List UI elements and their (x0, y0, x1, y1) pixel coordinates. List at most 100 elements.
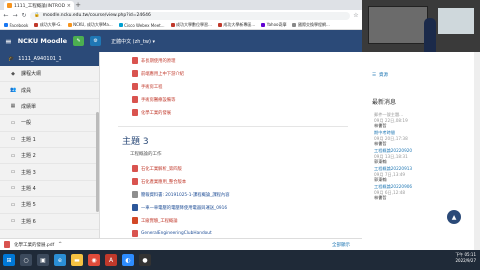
edit-mode-button[interactable]: ✎ (73, 36, 85, 46)
obs-icon[interactable]: ● (139, 254, 151, 266)
bookmark-item[interactable]: Facebook (4, 23, 28, 28)
word-file-icon (132, 204, 138, 211)
download-bar: 化學工業的發展.pdf ^ 全部顯示 (0, 238, 362, 250)
reload-icon[interactable]: ↻ (21, 12, 27, 19)
file-explorer-icon[interactable]: ▬ (71, 254, 83, 266)
edge-icon[interactable]: e (54, 254, 66, 266)
sidebar-item-topic-4[interactable]: ▭ 主題 4 (0, 181, 99, 198)
site-brand[interactable]: NCKU Moodle (18, 37, 67, 45)
sidebar-item-topic-3[interactable]: ▭ 主題 3 (0, 164, 99, 181)
hamburger-menu-icon[interactable]: ≡ (5, 37, 12, 46)
activity-link[interactable]: 簡報資料書: 20191025-1-課程概論_課程內容 (132, 191, 230, 198)
pdf-file-icon (132, 165, 138, 172)
activity-link[interactable]: 石化產業應用_整合版本 (132, 178, 186, 185)
new-tab-icon[interactable]: + (74, 1, 82, 10)
shield-icon: ◆ (11, 70, 15, 77)
pdf-file-icon (4, 241, 10, 248)
tab-title: 1111_工程概論(INTRODU... (14, 3, 65, 9)
system-clock[interactable]: 下午 05:11 2022/9/27 (455, 252, 476, 264)
news-item[interactable]: 工程概論20220906 09月 6日,12:48 林書哲 (374, 184, 412, 201)
news-item[interactable]: 工程概論20220920 09月 13日,18:31 郭東翰 (374, 148, 412, 165)
graduation-cap-icon: 🎓 (8, 56, 15, 62)
news-item[interactable]: 郵件一號主題... 09月 22日,08:19 林書哲 (374, 112, 408, 129)
activity-link[interactable]: 前端應用上中下游介紹 (132, 70, 184, 77)
settings-button[interactable]: ⚙ (90, 36, 102, 46)
sidebar-item-topic-6[interactable]: ▭ 主題 6 (0, 214, 99, 230)
page-scrollbar[interactable] (474, 52, 480, 260)
pdf-file-icon (132, 178, 138, 185)
language-menu[interactable]: 正體中文 (zh_tw) ▾ (111, 38, 155, 45)
chevron-up-icon[interactable]: ^ (58, 242, 62, 247)
bookmark-item[interactable]: 成功大學數位學習... (170, 22, 212, 28)
search-icon[interactable]: ○ (20, 254, 32, 266)
sidebar-item-topic-5[interactable]: ▭ 主題 5 (0, 197, 99, 214)
folder-icon: ▭ (10, 152, 16, 159)
browser-toolbar: ← → ↻ 🔒 moodle.ncku.edu.tw/course/view.p… (0, 10, 362, 21)
acrobat-icon[interactable]: A (105, 254, 117, 266)
activity-link[interactable]: 石化工業解析_第四版 (132, 165, 182, 172)
bookmark-item[interactable]: 國際交換學程網... (292, 22, 330, 28)
sidebar-item-topic-2[interactable]: ▭ 主題 2 (0, 148, 99, 165)
windows-start-icon[interactable]: ⊞ (3, 254, 15, 266)
sidebar-item-syllabus[interactable]: ◆ 課程大綱 (0, 66, 99, 83)
drawer-scrollbar[interactable] (96, 112, 99, 212)
activity-link[interactable]: 手術房工程 (132, 83, 162, 90)
folder-icon: ▭ (10, 185, 16, 192)
activity-link[interactable]: GeneralEngineeringClubHandout (132, 230, 212, 237)
task-view-icon[interactable]: ▣ (37, 254, 49, 266)
folder-icon: ▭ (10, 201, 16, 208)
bookmarks-bar: Facebook 成功大學-G. NCKU, 成功大學Ma... Cisco W… (0, 21, 362, 30)
news-item[interactable]: 期中考時間 09月 20日,17:38 林書哲 (374, 130, 408, 147)
moodle-favicon-icon (7, 3, 12, 8)
pdf-file-icon (132, 70, 138, 77)
activity-link[interactable]: 手術房醫療設備等 (132, 96, 175, 103)
facebook-icon (4, 23, 8, 27)
section-divider (118, 126, 348, 127)
bookmark-icon (34, 23, 39, 27)
resources-link[interactable]: ☰ 資源 (372, 72, 388, 79)
activity-link[interactable]: 工廠實驗_工程概論 (132, 217, 178, 224)
sidebar-item-grades[interactable]: ▦ 成績單 (0, 99, 99, 116)
close-icon[interactable]: × (67, 3, 71, 9)
download-item[interactable]: 化學工業的發展.pdf (14, 242, 54, 248)
browser-tab[interactable]: 1111_工程概論(INTRODU... × (4, 1, 74, 10)
sidebar-item-participants[interactable]: 👥 成員 (0, 82, 99, 99)
drawer-course-item[interactable]: 🎓 1111_A940101_1 (0, 52, 99, 66)
presenter-image (424, 18, 436, 52)
activity-link[interactable]: 化學工業的發展 (132, 109, 171, 116)
activity-link[interactable]: 一車一車電壓的電壓降使用電器與運送_0916 (132, 204, 227, 211)
address-bar[interactable]: 🔒 moodle.ncku.edu.tw/course/view.php?id=… (30, 11, 350, 20)
back-icon[interactable]: ← (3, 12, 9, 19)
bookmark-icon (170, 23, 175, 27)
users-icon: 👥 (10, 87, 17, 94)
show-all-downloads-link[interactable]: 全部顯示 (332, 242, 350, 248)
table-icon: ▦ (10, 103, 16, 110)
pdf-file-icon (132, 109, 138, 116)
webex-icon[interactable]: ◐ (122, 254, 134, 266)
activity-link[interactable]: 非長期使用的原理 (132, 57, 175, 64)
chrome-icon[interactable]: ◉ (88, 254, 100, 266)
bookmark-item[interactable]: 成功大學新專區... (217, 22, 255, 28)
bookmark-item[interactable]: Cisco Webex Meet... (118, 23, 165, 28)
bookmark-item[interactable]: 成功大學-G. (34, 22, 62, 28)
webcam-overlay (362, 0, 480, 52)
pdf-file-icon (132, 57, 138, 64)
folder-icon: ▭ (10, 136, 16, 143)
sidebar-item-general[interactable]: ▭ 一般 (0, 115, 99, 132)
sidebar-item-topic-1[interactable]: ▭ 主題 1 (0, 132, 99, 148)
bookmark-item[interactable]: Yahoo奇摩 (261, 22, 286, 28)
topic-summary: 工程概論的工作 (130, 152, 162, 157)
list-icon: ☰ (372, 72, 377, 78)
bookmark-icon (67, 23, 72, 27)
bookmark-icon (217, 23, 222, 27)
bookmark-icon (292, 23, 297, 27)
scroll-to-top-button[interactable]: ▲ (447, 210, 461, 224)
news-item[interactable]: 工程概論20220913 09月 7日,13:49 郭東翰 (374, 166, 412, 183)
forward-icon[interactable]: → (12, 12, 18, 19)
bookmark-star-icon[interactable]: ☆ (353, 12, 359, 19)
url-text: moodle.ncku.edu.tw/course/view.php?id=24… (42, 13, 151, 18)
news-block: ☰ 資源 最新消息 郵件一號主題... 09月 22日,08:19 林書哲 期中考… (362, 52, 474, 260)
bookmark-item[interactable]: NCKU, 成功大學Ma... (67, 22, 113, 28)
topic-title: 主題 3 (122, 137, 149, 147)
lock-icon: 🔒 (34, 13, 40, 18)
